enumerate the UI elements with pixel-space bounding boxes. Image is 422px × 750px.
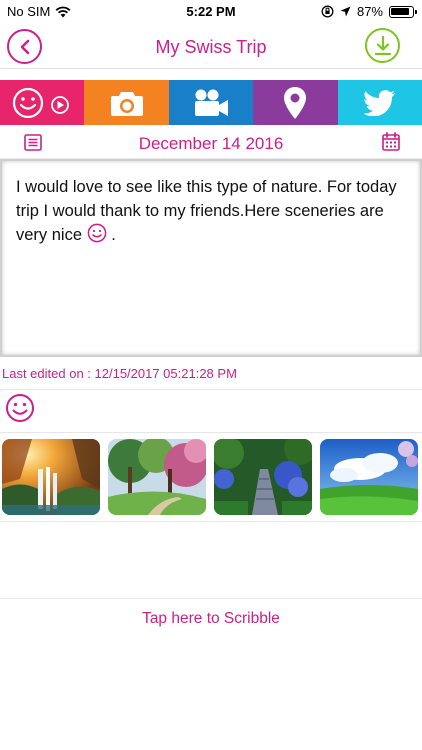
media-toolbar — [0, 80, 422, 125]
video-button[interactable] — [168, 80, 254, 125]
calendar-icon[interactable] — [382, 132, 400, 151]
journal-text-area[interactable]: I would love to see like this type of na… — [0, 159, 422, 357]
photo-strip — [0, 439, 422, 516]
orientation-lock-icon — [321, 5, 334, 18]
battery-icon — [389, 5, 417, 18]
mood-video-icon — [13, 87, 70, 118]
location-button[interactable] — [253, 80, 338, 125]
divider — [0, 432, 422, 433]
mood-button[interactable] — [0, 80, 85, 125]
twitter-icon — [363, 89, 395, 116]
battery-percent: 87% — [356, 4, 383, 19]
flower-garden-path-photo[interactable] — [214, 439, 312, 515]
mood-smiley-icon[interactable] — [5, 393, 35, 423]
date-row: December 14 2016 — [0, 126, 422, 159]
spring-trees-photo[interactable] — [108, 439, 206, 515]
camera-button[interactable] — [84, 80, 169, 125]
video-camera-icon — [195, 89, 229, 116]
green-meadow-sky-photo[interactable] — [320, 439, 418, 515]
divider — [0, 598, 422, 599]
journal-text-end: . — [111, 226, 116, 244]
page-title: My Swiss Trip — [155, 37, 267, 57]
entry-date[interactable]: December 14 2016 — [0, 134, 422, 154]
download-button[interactable] — [365, 28, 400, 63]
location-arrow-icon — [340, 6, 351, 17]
scribble-button[interactable]: Tap here to Scribble — [0, 610, 422, 628]
divider — [0, 389, 422, 390]
journal-text: I would love to see like this type of na… — [16, 178, 397, 244]
waterfall-forest-photo[interactable] — [2, 439, 100, 515]
twitter-button[interactable] — [337, 80, 422, 125]
nav-bar: My Swiss Trip — [0, 24, 422, 69]
divider — [0, 521, 422, 522]
download-icon — [374, 35, 391, 55]
status-bar: No SIM 5:22 PM 87% — [0, 0, 422, 24]
camera-icon — [110, 91, 143, 116]
smiley-emoji-icon — [87, 223, 106, 243]
map-pin-icon — [284, 86, 307, 119]
last-edited-label: Last edited on : 12/15/2017 05:21:28 PM — [2, 366, 237, 381]
